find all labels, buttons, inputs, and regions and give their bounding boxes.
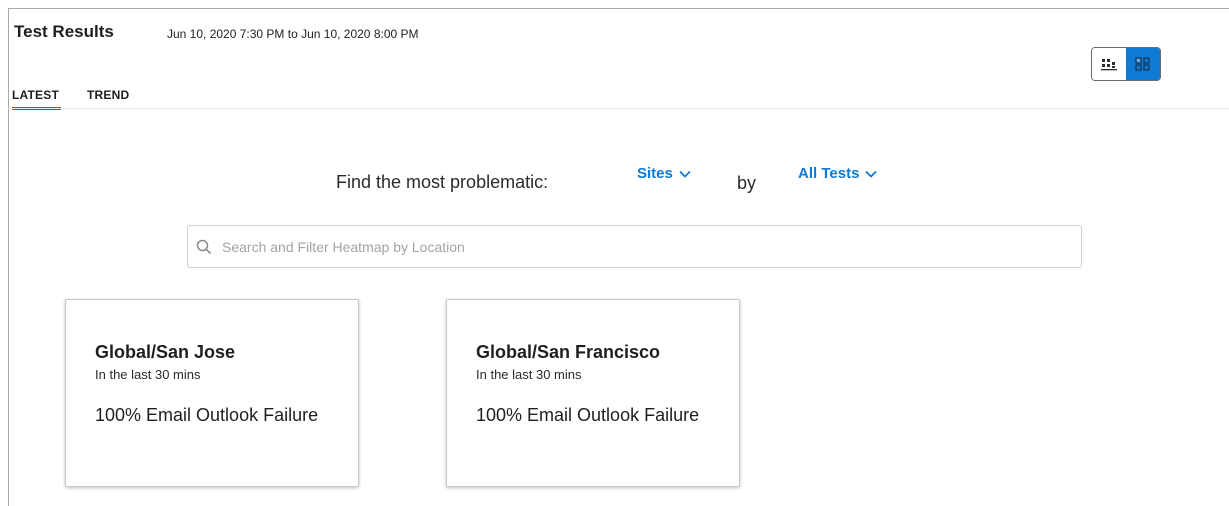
card-title: Global/San Jose [95,342,236,362]
metric-dropdown-label: All Tests [798,165,860,182]
tab-divider [8,108,1229,109]
chevron-down-icon [865,170,878,178]
card-title: Global/San Francisco [476,342,661,362]
card-metric: 100% Email Outlook Failure [476,405,700,425]
location-card[interactable]: Global/San Jose In the last 30 mins 100%… [65,299,359,487]
dimension-dropdown-label: Sites [637,165,673,182]
view-toggle [1091,47,1161,81]
chart-view-button[interactable] [1092,48,1126,80]
chevron-down-icon [679,170,691,178]
chart-view-icon [1101,59,1117,71]
search-box [187,225,1082,268]
finder-joiner: by [737,173,757,193]
search-icon [196,239,212,254]
date-range: Jun 10, 2020 7:30 PM to Jun 10, 2020 8:0… [167,27,419,41]
card-subtitle: In the last 30 mins [476,367,582,382]
location-card[interactable]: Global/San Francisco In the last 30 mins… [446,299,740,487]
search-input[interactable] [222,226,1081,267]
metric-dropdown[interactable]: All Tests [798,165,878,182]
grid-view-icon [1135,57,1150,71]
dimension-dropdown[interactable]: Sites [637,165,691,182]
card-subtitle: In the last 30 mins [95,367,201,382]
card-metric: 100% Email Outlook Failure [95,405,319,425]
grid-view-button[interactable] [1126,48,1160,80]
finder-label: Find the most problematic: [336,172,549,192]
page-title: Test Results [14,22,114,41]
